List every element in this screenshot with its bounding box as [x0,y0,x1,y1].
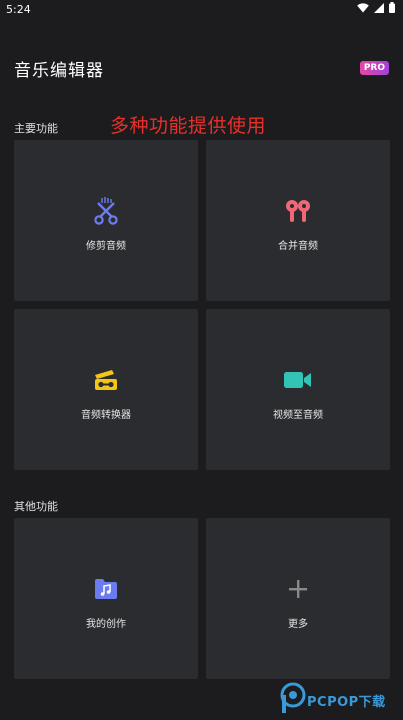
watermark-logo-icon [279,682,307,718]
my-creations-label: 我的创作 [86,619,126,630]
video-to-audio-label: 视频至音频 [273,410,323,421]
video-to-audio-card[interactable]: 视频至音频 [206,309,390,470]
more-label: 更多 [288,619,308,630]
other-functions-label: 其他功能 [14,500,58,513]
battery-icon [389,2,395,16]
scissors-icon [92,197,120,225]
audio-converter-label: 音频转换器 [81,410,131,421]
merge-audio-label: 合并音频 [278,241,318,252]
earbuds-icon [284,197,312,225]
app-bar: 音乐编辑器 PRO [0,50,403,86]
audio-converter-card[interactable]: 音频转换器 [14,309,198,470]
music-folder-icon [92,575,120,603]
annotation-text: 多种功能提供使用 [110,115,267,137]
plus-icon [284,575,312,603]
my-creations-card[interactable]: 我的创作 [14,518,198,679]
converter-icon [92,366,120,394]
trim-audio-card[interactable]: 修剪音频 [14,140,198,301]
app-title: 音乐编辑器 [14,60,104,81]
watermark-brand: PCPOP下载 [307,694,386,710]
status-bar: 5:24 [0,0,403,18]
trim-audio-label: 修剪音频 [86,241,126,252]
status-time: 5:24 [6,2,31,16]
wifi-icon [357,2,369,16]
pro-badge[interactable]: PRO [359,61,389,75]
more-card[interactable]: 更多 [206,518,390,679]
merge-audio-card[interactable]: 合并音频 [206,140,390,301]
video-camera-icon [284,366,312,394]
cellular-signal-icon [374,2,384,16]
status-icons [357,2,395,16]
main-functions-label: 主要功能 [14,122,58,135]
watermark: PCPOP下载 [279,682,403,718]
